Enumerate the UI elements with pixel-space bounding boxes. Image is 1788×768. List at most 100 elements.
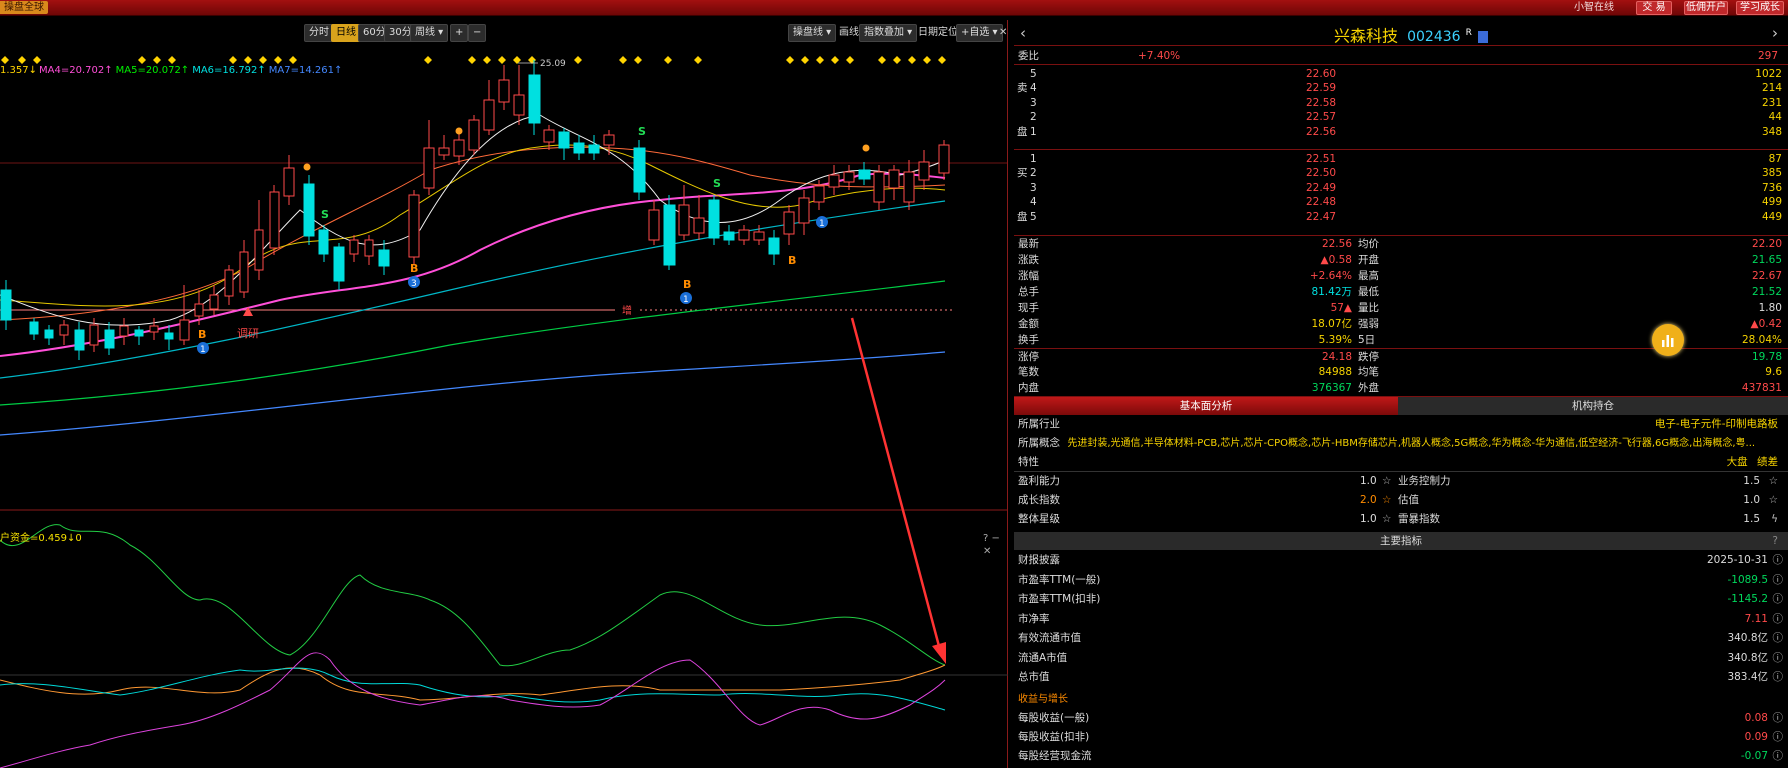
stock-title: 兴森科技 002436 R xyxy=(1334,23,1489,47)
indicator-label: 每股经营现金流 xyxy=(1018,750,1092,762)
index-overlay-dropdown[interactable]: 指数叠加 ▾ xyxy=(859,24,918,42)
analysis-tabs: 基本面分析 机构持仓 xyxy=(1014,396,1788,415)
quote-value: 22.20 xyxy=(1751,238,1782,250)
help-icon[interactable]: ? xyxy=(1772,532,1778,550)
zoom-out-button[interactable]: − xyxy=(468,24,487,42)
growth-title: 收益与增长 xyxy=(1018,694,1068,705)
assistant-online-status[interactable]: 小智在线 xyxy=(1574,1,1614,15)
rating-value: 1.5 xyxy=(1743,475,1760,487)
stock-tag-icon[interactable] xyxy=(1478,30,1489,43)
global-market-button[interactable]: 操盘全球 xyxy=(0,1,48,14)
quote-label: 金额 xyxy=(1018,318,1039,330)
tab-fundamental[interactable]: 基本面分析 xyxy=(1014,397,1398,415)
indicator-label: 每股收益(一般) xyxy=(1018,712,1090,724)
indicator-value: 0.09 xyxy=(1744,731,1768,743)
annotation-arrow-head xyxy=(932,642,946,664)
quote-label: 均笔 xyxy=(1358,366,1379,378)
info-icon[interactable]: ⓘ xyxy=(1773,729,1784,745)
info-icon[interactable]: ⓘ xyxy=(1773,552,1784,568)
indicator-controls[interactable]: ? − ✕ xyxy=(983,532,1008,558)
main-indicators-title: 主要指标 xyxy=(1380,535,1422,547)
indicator-row: 市净率 7.11 ⓘ xyxy=(1014,611,1788,627)
info-icon[interactable]: ⓘ xyxy=(1773,630,1784,646)
tab-institution[interactable]: 机构持仓 xyxy=(1398,397,1788,415)
trait-row: 特性 大盘 绩差 xyxy=(1018,454,1784,470)
star-icon: ☆ xyxy=(1382,494,1392,506)
open-account-button[interactable]: 低佣开户 xyxy=(1684,1,1728,15)
quote-value: 21.52 xyxy=(1751,286,1782,298)
annotation-arrow-line xyxy=(850,317,942,651)
indicator-line-dropdown[interactable]: 操盘线 ▾ xyxy=(788,24,837,42)
quote-label: 外盘 xyxy=(1358,382,1379,394)
period-intraday[interactable]: 分时 xyxy=(304,24,334,42)
indicator-value: 340.8亿 xyxy=(1727,651,1768,664)
quote-label: 内盘 xyxy=(1018,382,1039,394)
ask-book: 5 22.60 1022 4 22.59 214 3 22.58 231 2 22.57 44 1 22.… xyxy=(1014,66,1788,148)
trait-tag: 绩差 xyxy=(1757,456,1778,468)
indicator-row: 有效流通市值 340.8亿 ⓘ xyxy=(1014,630,1788,646)
zoom-in-button[interactable]: + xyxy=(450,24,469,42)
rating-label: 雷暴指数 xyxy=(1398,513,1440,525)
rating-row: 盈利能力 1.0 ☆ 业务控制力 1.5 ☆ xyxy=(1014,473,1788,489)
kline-chart-svg[interactable]: 25.09 S S S B B B B 1 3 1 1 调研 增 xyxy=(0,20,1008,768)
quote-value: 21.65 xyxy=(1751,254,1782,266)
ma-legend: 1.357↓ MA4=20.702↑ MA5=20.072↑ MA6=16.792↑ M… xyxy=(0,64,342,78)
concept-value[interactable]: 先进封装,光通信,半导体材料-PCB,芯片,芯片-CPO概念,芯片-HBM存储芯… xyxy=(1067,438,1755,449)
signal-diamonds xyxy=(1,56,946,64)
indicator-value: 2025-10-31 xyxy=(1706,554,1768,566)
quote-value: 22.67 xyxy=(1751,270,1782,282)
period-weekly-dropdown[interactable]: 周线 ▾ xyxy=(410,24,449,42)
indicator-label: 市净率 xyxy=(1018,612,1050,625)
quote-value: 1.80 xyxy=(1758,302,1782,314)
info-icon[interactable]: ⓘ xyxy=(1773,572,1784,588)
quote-row: 总手 81.42万 最低 21.52 xyxy=(1014,284,1788,300)
bid-side-label: 盘 xyxy=(1017,211,1028,223)
quote-value: 437831 xyxy=(1741,382,1782,394)
industry-row: 所属行业 电子-电子元件-印制电路板 xyxy=(1018,416,1784,432)
trade-button[interactable]: 交 易 xyxy=(1636,1,1672,15)
divider xyxy=(1014,64,1788,65)
quote-label: 开盘 xyxy=(1358,254,1379,266)
floating-chart-button[interactable] xyxy=(1652,324,1684,356)
weicha-value: 297 xyxy=(1757,50,1778,62)
indicator-row: 财报披露 2025-10-31 ⓘ xyxy=(1014,552,1788,568)
indicator-value: -1145.2 xyxy=(1727,593,1768,605)
next-stock-icon[interactable]: › xyxy=(1772,23,1778,43)
learning-button[interactable]: 学习成长 xyxy=(1736,1,1784,15)
info-icon[interactable]: ⓘ xyxy=(1773,650,1784,666)
indicator-orange-line xyxy=(0,664,946,701)
indicator-label: 每股收益(扣非) xyxy=(1018,731,1090,743)
quote-value: 9.6 xyxy=(1765,366,1782,378)
ma2-line xyxy=(0,144,946,307)
rating-label: 盈利能力 xyxy=(1018,475,1060,487)
info-icon[interactable]: ⓘ xyxy=(1773,669,1784,685)
indicator-value: -0.07 xyxy=(1740,750,1768,762)
increase-holding-label[interactable]: 增 xyxy=(622,304,632,317)
period-daily[interactable]: 日线 xyxy=(331,24,361,42)
quote-value: 81.42万 xyxy=(1311,286,1352,298)
quote-value: 24.18 xyxy=(1321,351,1352,363)
info-icon[interactable]: ⓘ xyxy=(1773,748,1784,764)
ask-level: 1 xyxy=(1030,125,1037,138)
quote-label: 跌停 xyxy=(1358,351,1379,363)
close-chart-icon[interactable]: ✕ xyxy=(994,24,1012,42)
research-label[interactable]: 调研 xyxy=(237,327,259,340)
prev-stock-icon[interactable]: ‹ xyxy=(1020,23,1026,43)
trait-tag: 大盘 xyxy=(1726,456,1748,468)
industry-value[interactable]: 电子-电子元件-印制电路板 xyxy=(1655,416,1778,432)
indicator-row: 市盈率TTM(一般) -1089.5 ⓘ xyxy=(1014,572,1788,588)
industry-label: 所属行业 xyxy=(1018,418,1060,430)
sell-signal: S xyxy=(713,177,721,190)
star-icon: ☆ xyxy=(1768,494,1778,506)
info-icon[interactable]: ⓘ xyxy=(1773,611,1784,627)
ask-volume: 348 xyxy=(1761,125,1782,138)
quote-value: 57▲ xyxy=(1330,302,1352,314)
main-indicators-header: 主要指标 ? xyxy=(1014,532,1788,550)
kline-chart-panel[interactable]: 25.09 S S S B B B B 1 3 1 1 调研 增 分时 日线 6… xyxy=(0,20,1008,768)
bid-book: 1 22.51 87 2 22.50 385 3 22.49 736 4 22.48 499 5 22.4… xyxy=(1014,151,1788,233)
ma3-legend: 1.357↓ xyxy=(0,65,38,76)
info-icon[interactable]: ⓘ xyxy=(1773,591,1784,607)
info-icon[interactable]: ⓘ xyxy=(1773,710,1784,726)
high-price-label: 25.09 xyxy=(540,59,566,69)
ratings-table: 盈利能力 1.0 ☆ 业务控制力 1.5 ☆ 成长指数 2.0 ☆ 估值 1.0 ☆ 整体星级 1.0 ☆ 雷… xyxy=(1014,473,1788,533)
